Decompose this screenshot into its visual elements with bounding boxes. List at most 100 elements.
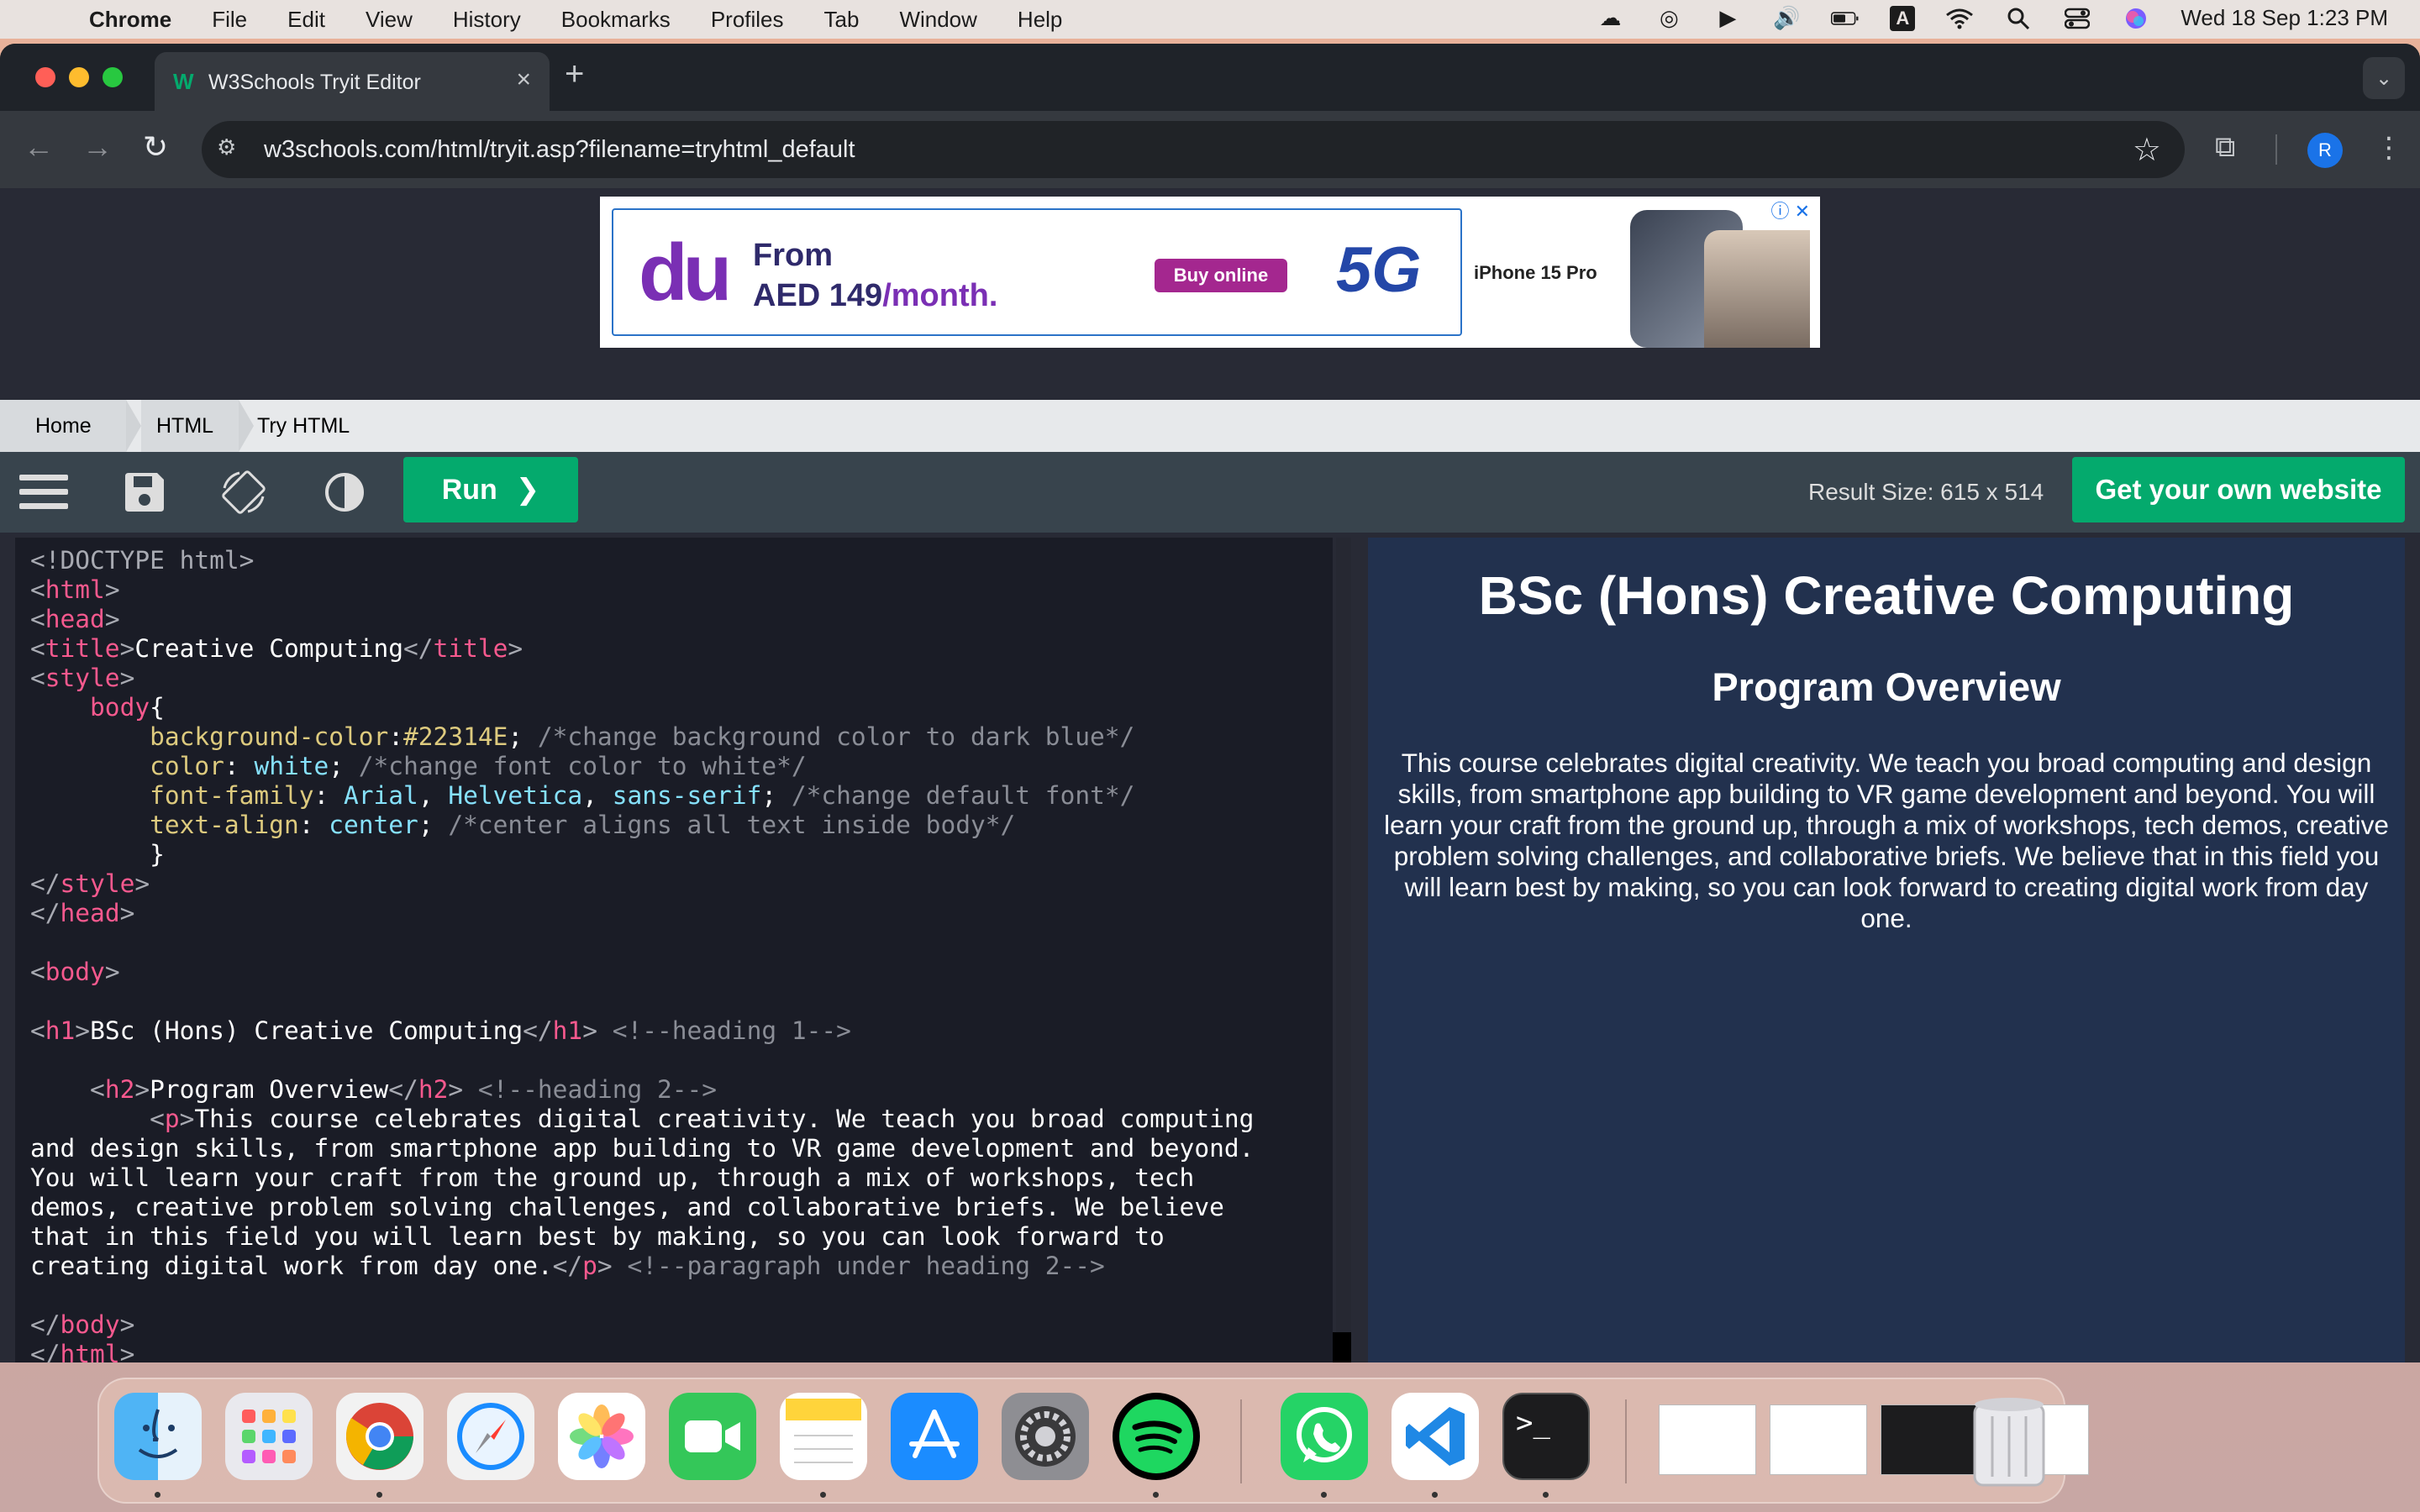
terminal-icon[interactable]: >_ — [1502, 1393, 1590, 1480]
menu-view[interactable]: View — [366, 7, 413, 33]
app-store-icon[interactable] — [891, 1393, 978, 1480]
ad-price-text: From AED 149/month. — [753, 235, 997, 316]
code-editor[interactable]: <!DOCTYPE html> <html> <head> <title>Cre… — [15, 538, 1333, 1362]
breadcrumb-home[interactable]: Home — [0, 400, 126, 452]
result-preview: BSc (Hons) Creative Computing Program Ov… — [1368, 538, 2405, 1362]
tab-close-icon[interactable]: × — [516, 66, 531, 94]
volume-icon[interactable]: 🔊 — [1772, 5, 1801, 31]
save-icon[interactable] — [119, 467, 170, 517]
system-settings-icon[interactable] — [1002, 1393, 1089, 1480]
menu-help[interactable]: Help — [1018, 7, 1062, 33]
menu-bookmarks[interactable]: Bookmarks — [561, 7, 671, 33]
forward-arrow-icon[interactable]: → — [82, 129, 113, 165]
breadcrumb-separator — [126, 400, 141, 452]
browser-toolbar: ← → ↻ ⚙ w3schools.com/html/tryit.asp?fil… — [0, 111, 2420, 188]
address-url[interactable]: w3schools.com/html/tryit.asp?filename=tr… — [264, 136, 855, 164]
ad-buy-online-button[interactable]: Buy online — [1155, 259, 1287, 292]
breadcrumb-separator — [239, 400, 254, 452]
breadcrumb-html[interactable]: HTML — [141, 400, 239, 452]
running-indicator — [376, 1492, 382, 1498]
running-indicator — [1543, 1492, 1549, 1498]
browser-tab-active[interactable]: W W3Schools Tryit Editor × — [155, 52, 550, 111]
photos-icon[interactable] — [558, 1393, 645, 1480]
tab-search-chevron-icon[interactable]: ⌄ — [2363, 57, 2405, 99]
menu-window[interactable]: Window — [899, 7, 976, 33]
vscode-icon[interactable] — [1392, 1393, 1479, 1480]
launchpad-icon[interactable] — [225, 1393, 313, 1480]
battery-icon[interactable] — [1831, 6, 1860, 31]
editor-scrollbar[interactable] — [1333, 1332, 1351, 1362]
trash-icon[interactable] — [1963, 1389, 2055, 1488]
ad-price-line1: From — [753, 238, 833, 273]
chevron-right-icon: ❯ — [515, 474, 540, 506]
menu-profiles[interactable]: Profiles — [711, 7, 784, 33]
pane-divider[interactable] — [1336, 538, 1351, 1362]
minimize-window-button[interactable] — [69, 67, 89, 87]
w3schools-favicon-icon: W — [173, 69, 194, 94]
run-button[interactable]: Run ❯ — [403, 457, 578, 522]
play-icon[interactable]: ▶ — [1713, 5, 1742, 31]
ad-photo-image — [1704, 230, 1810, 348]
siri-icon[interactable] — [2122, 6, 2150, 31]
facetime-icon[interactable] — [669, 1393, 756, 1480]
tryit-toolbar: Run ❯ Result Size: 615 x 514 Get your ow… — [0, 452, 2420, 533]
dock-separator — [1240, 1399, 1242, 1483]
get-your-own-website-button[interactable]: Get your own website — [2072, 457, 2405, 522]
menu-app-name[interactable]: Chrome — [89, 7, 171, 33]
result-heading-2: Program Overview — [1712, 664, 2061, 709]
menu-edit[interactable]: Edit — [287, 7, 325, 33]
input-source-icon[interactable]: A — [1890, 5, 1916, 31]
airdrop-icon[interactable]: ◎ — [1655, 5, 1683, 31]
ad-choices-icon[interactable]: ⓘ ✕ — [1770, 197, 1810, 223]
whatsapp-icon[interactable] — [1281, 1393, 1368, 1480]
new-tab-icon[interactable]: + — [565, 55, 584, 93]
breadcrumb: Home HTML Try HTML — [0, 400, 2420, 452]
address-bar[interactable]: ⚙ w3schools.com/html/tryit.asp?filename=… — [202, 121, 2185, 178]
macos-menu-bar: Chrome File Edit View History Bookmarks … — [0, 0, 2420, 39]
ad-banner-area: du From AED 149/month. Buy online 5G iPh… — [0, 188, 2420, 402]
finder-icon[interactable] — [114, 1393, 202, 1480]
code-text[interactable]: <!DOCTYPE html> <html> <head> <title>Cre… — [30, 546, 1254, 1362]
dock-separator — [1625, 1399, 1627, 1483]
hamburger-menu-icon[interactable] — [18, 467, 69, 517]
chrome-window: W W3Schools Tryit Editor × + ⌄ ← → ↻ ⚙ w… — [0, 44, 2420, 1362]
chrome-menu-icon[interactable]: ⋮ — [2375, 131, 2403, 165]
ad-price-line2: AED 149/month. — [753, 278, 998, 313]
menubar-clock[interactable]: Wed 18 Sep 1:23 PM — [2181, 5, 2388, 31]
menu-history[interactable]: History — [453, 7, 521, 33]
close-window-button[interactable] — [35, 67, 55, 87]
spotlight-search-icon[interactable] — [2004, 6, 2033, 31]
zoom-window-button[interactable] — [103, 67, 123, 87]
menu-file[interactable]: File — [212, 7, 247, 33]
spotify-icon[interactable] — [1113, 1393, 1200, 1480]
chrome-icon[interactable] — [336, 1393, 424, 1480]
creative-cloud-icon[interactable]: ☁ — [1596, 5, 1624, 31]
breadcrumb-try-html: Try HTML — [257, 413, 350, 438]
menu-tab[interactable]: Tab — [824, 7, 860, 33]
ad-frame: du From AED 149/month. Buy online 5G — [612, 208, 1462, 336]
minimized-window-thumbnail[interactable] — [1659, 1404, 1756, 1475]
bookmark-star-icon[interactable]: ☆ — [2133, 131, 2161, 169]
ad-iphone-label: iPhone 15 Pro — [1474, 262, 1597, 283]
ad-5g-logo: 5G — [1336, 234, 1422, 306]
wifi-icon[interactable] — [1945, 6, 1974, 31]
notes-icon[interactable] — [780, 1393, 867, 1480]
reload-icon[interactable]: ↻ — [143, 129, 168, 165]
theme-toggle-icon[interactable] — [319, 467, 370, 517]
site-settings-icon[interactable]: ⚙ — [217, 134, 247, 165]
ad-banner[interactable]: du From AED 149/month. Buy online 5G iPh… — [600, 197, 1820, 348]
rotate-layout-icon[interactable] — [218, 467, 269, 517]
back-arrow-icon[interactable]: ← — [24, 129, 54, 165]
du-logo: du — [639, 228, 732, 318]
tab-title: W3Schools Tryit Editor — [208, 71, 421, 94]
toolbar-divider — [2275, 134, 2277, 165]
status-area: ☁ ◎ ▶ 🔊 A Wed 18 Sep 1:23 PM — [1596, 5, 2388, 31]
running-indicator — [1153, 1492, 1159, 1498]
safari-icon[interactable] — [447, 1393, 534, 1480]
extensions-icon[interactable]: ⧉ — [2215, 131, 2235, 164]
profile-avatar[interactable]: R — [2307, 133, 2343, 168]
control-center-icon[interactable] — [2063, 6, 2091, 31]
macos-dock: >_ — [97, 1378, 2089, 1504]
minimized-window-thumbnail[interactable] — [1770, 1404, 1867, 1475]
running-indicator — [1432, 1492, 1438, 1498]
